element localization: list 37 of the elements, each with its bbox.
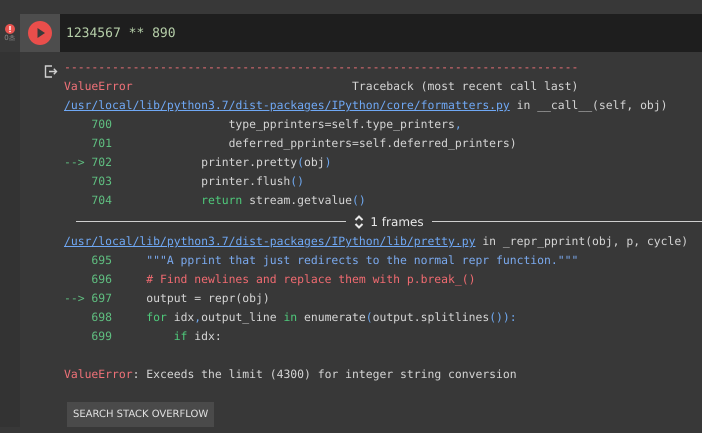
- expand-collapse-icon: [354, 214, 364, 230]
- code-line: deferred_pprinters=self.deferred_printers): [228, 136, 517, 150]
- line-number: 704: [91, 192, 112, 209]
- current-line-arrow: -->: [64, 154, 86, 171]
- line-number: 699: [91, 328, 112, 345]
- code-line: output = repr(obj): [145, 291, 270, 305]
- code-line: printer.pretty(obj): [200, 155, 332, 169]
- error-name: ValueError: [64, 367, 133, 381]
- function-signature: in __call__(self, obj): [516, 98, 668, 112]
- function-signature: in _repr_pprint(obj, p, cycle): [481, 234, 688, 248]
- line-number: 695: [91, 252, 112, 269]
- code-input[interactable]: 1234567 ** 890: [60, 14, 702, 52]
- run-button[interactable]: [28, 21, 52, 45]
- code-line: for idx,output_line in enumerate(output.splitlines()):: [145, 310, 517, 324]
- line-number: 698: [91, 309, 112, 326]
- current-line-arrow: -->: [64, 290, 86, 307]
- line-number: 697: [91, 290, 112, 307]
- traceback-title: Traceback (most recent call last): [352, 79, 578, 93]
- line-number: 703: [91, 173, 112, 190]
- file-link[interactable]: /usr/local/lib/python3.7/dist-packages/IPython/lib/pretty.py: [64, 234, 476, 248]
- line-number: 700: [91, 116, 112, 133]
- line-number: 702: [91, 154, 112, 171]
- error-name: ValueError: [64, 79, 133, 93]
- output-icon[interactable]: [44, 65, 58, 78]
- code-line: return stream.getvalue(): [200, 193, 366, 207]
- file-link[interactable]: /usr/local/lib/python3.7/dist-packages/IPython/core/formatters.py: [64, 98, 510, 112]
- code-line: """A pprint that just redirects to the normal repr function.""": [145, 253, 578, 267]
- line-number: 696: [91, 271, 112, 288]
- error-message: : Exceeds the limit (4300) for integer string conversion: [132, 367, 517, 381]
- line-number: 701: [91, 135, 112, 152]
- code-line: if idx:: [172, 329, 222, 343]
- code-line: printer.flush(): [200, 174, 304, 188]
- expand-frames-button[interactable]: 1 frames: [346, 214, 432, 230]
- code-line: # Find newlines and replace them with p.break_(): [145, 272, 476, 286]
- separator-line: ---------------------------------------------------------------------------: [64, 59, 580, 76]
- code-line: type_pprinters=self.type_printers,: [228, 117, 462, 131]
- search-stack-overflow-button[interactable]: SEARCH STACK OVERFLOW: [67, 402, 214, 427]
